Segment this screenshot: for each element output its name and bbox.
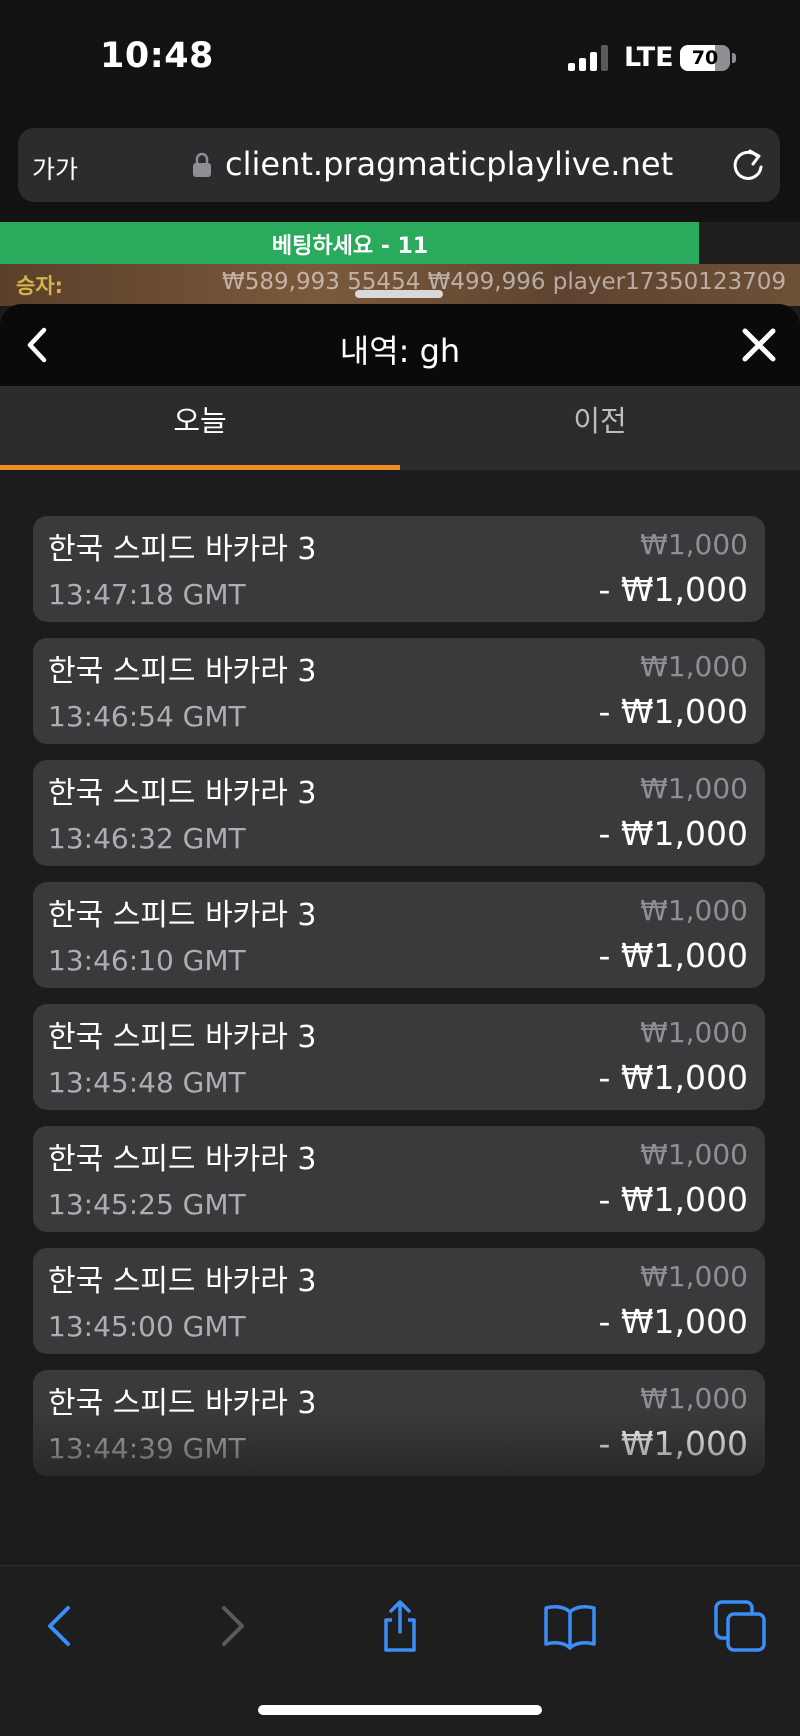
history-list[interactable]: 한국 스피드 바카라 3 13:47:18 GMT ₩1,000 - ₩1,00… xyxy=(0,516,800,1532)
sheet-grabber-handle[interactable] xyxy=(355,290,443,298)
sheet-title: 내역: gh xyxy=(339,332,461,370)
bet-amount: ₩1,000 xyxy=(640,650,748,683)
battery-icon: 70 xyxy=(680,45,730,71)
result-amount: - ₩1,000 xyxy=(598,936,749,975)
result-amount: - ₩1,000 xyxy=(598,692,749,731)
tabs-icon[interactable] xyxy=(710,1596,770,1656)
list-item[interactable]: 한국 스피드 바카라 3 13:47:18 GMT ₩1,000 - ₩1,00… xyxy=(33,516,765,622)
address-bar[interactable]: 가가 client.pragmaticplaylive.net xyxy=(18,128,780,202)
bet-amount: ₩1,000 xyxy=(640,1138,748,1171)
active-tab-indicator xyxy=(0,465,400,470)
sheet-header: 내역: gh xyxy=(0,304,800,386)
history-sheet: 내역: gh 오늘 이전 한국 스피드 바카라 3 13:47:18 GMT ₩… xyxy=(0,304,800,1564)
result-amount: - ₩1,000 xyxy=(598,1302,749,1341)
network-type: LTE xyxy=(624,42,674,73)
round-time: 13:45:25 GMT xyxy=(48,1188,246,1221)
tab-previous[interactable]: 이전 xyxy=(400,386,800,470)
close-icon[interactable] xyxy=(740,326,778,364)
list-item[interactable]: 한국 스피드 바카라 3 13:45:00 GMT ₩1,000 - ₩1,00… xyxy=(33,1248,765,1354)
game-name: 한국 스피드 바카라 3 xyxy=(48,532,317,567)
round-time: 13:46:10 GMT xyxy=(48,944,246,977)
round-time: 13:45:48 GMT xyxy=(48,1066,246,1099)
bet-amount: ₩1,000 xyxy=(640,1382,748,1415)
share-icon[interactable] xyxy=(370,1596,430,1656)
list-item[interactable]: 한국 스피드 바카라 3 13:46:10 GMT ₩1,000 - ₩1,00… xyxy=(33,882,765,988)
round-time: 13:46:32 GMT xyxy=(48,822,246,855)
text-size-button[interactable]: 가가 xyxy=(32,150,78,186)
game-name: 한국 스피드 바카라 3 xyxy=(48,654,317,689)
result-amount: - ₩1,000 xyxy=(598,1424,749,1463)
forward-icon xyxy=(222,1606,244,1646)
bet-amount: ₩1,000 xyxy=(640,528,748,561)
bookmarks-icon[interactable] xyxy=(540,1596,600,1656)
game-name: 한국 스피드 바카라 3 xyxy=(48,1142,317,1177)
betting-progress-bar: 베팅하세요 - 11 xyxy=(0,222,800,264)
round-time: 13:45:00 GMT xyxy=(48,1310,246,1343)
game-name: 한국 스피드 바카라 3 xyxy=(48,1264,317,1299)
tab-today[interactable]: 오늘 xyxy=(0,386,400,470)
bet-amount: ₩1,000 xyxy=(640,1016,748,1049)
clock: 10:48 xyxy=(100,36,214,76)
list-item[interactable]: 한국 스피드 바카라 3 13:45:25 GMT ₩1,000 - ₩1,00… xyxy=(33,1126,765,1232)
result-amount: - ₩1,000 xyxy=(598,1180,749,1219)
result-amount: - ₩1,000 xyxy=(598,570,749,609)
game-name: 한국 스피드 바카라 3 xyxy=(48,1386,317,1421)
battery-percent: 70 xyxy=(691,47,719,69)
list-item[interactable]: 한국 스피드 바카라 3 13:46:32 GMT ₩1,000 - ₩1,00… xyxy=(33,760,765,866)
game-name: 한국 스피드 바카라 3 xyxy=(48,898,317,933)
list-item[interactable]: 한국 스피드 바카라 3 13:44:39 GMT ₩1,000 - ₩1,00… xyxy=(33,1370,765,1476)
home-indicator xyxy=(258,1705,542,1715)
address-bar-container: 가가 client.pragmaticplaylive.net xyxy=(0,120,800,222)
winners-ticker: 승자: ₩589,993 55454 ₩499,996 player173501… xyxy=(0,264,800,306)
list-item[interactable]: 한국 스피드 바카라 3 13:46:54 GMT ₩1,000 - ₩1,00… xyxy=(33,638,765,744)
list-item[interactable]: 한국 스피드 바카라 3 13:45:48 GMT ₩1,000 - ₩1,00… xyxy=(33,1004,765,1110)
bet-amount: ₩1,000 xyxy=(640,772,748,805)
back-icon[interactable] xyxy=(30,1596,90,1656)
round-time: 13:46:54 GMT xyxy=(48,700,246,733)
battery-tip xyxy=(732,53,736,63)
bet-amount: ₩1,000 xyxy=(640,894,748,927)
result-amount: - ₩1,000 xyxy=(598,1058,749,1097)
round-time: 13:47:18 GMT xyxy=(48,578,246,611)
reload-icon[interactable] xyxy=(728,145,768,185)
winners-label: 승자: xyxy=(16,274,64,298)
cellular-signal-icon xyxy=(568,45,610,71)
game-name: 한국 스피드 바카라 3 xyxy=(48,1020,317,1055)
status-bar: 10:48 LTE 70 xyxy=(0,0,800,120)
url-text[interactable]: client.pragmaticplaylive.net xyxy=(225,145,673,183)
bet-amount: ₩1,000 xyxy=(640,1260,748,1293)
history-tabs: 오늘 이전 xyxy=(0,386,800,470)
betting-timer-text: 베팅하세요 - 11 xyxy=(271,234,429,259)
result-amount: - ₩1,000 xyxy=(598,814,749,853)
round-time: 13:44:39 GMT xyxy=(48,1432,246,1465)
winners-list-text: ₩589,993 55454 ₩499,996 player1735012370… xyxy=(222,269,787,295)
lock-icon xyxy=(193,152,211,177)
game-name: 한국 스피드 바카라 3 xyxy=(48,776,317,811)
